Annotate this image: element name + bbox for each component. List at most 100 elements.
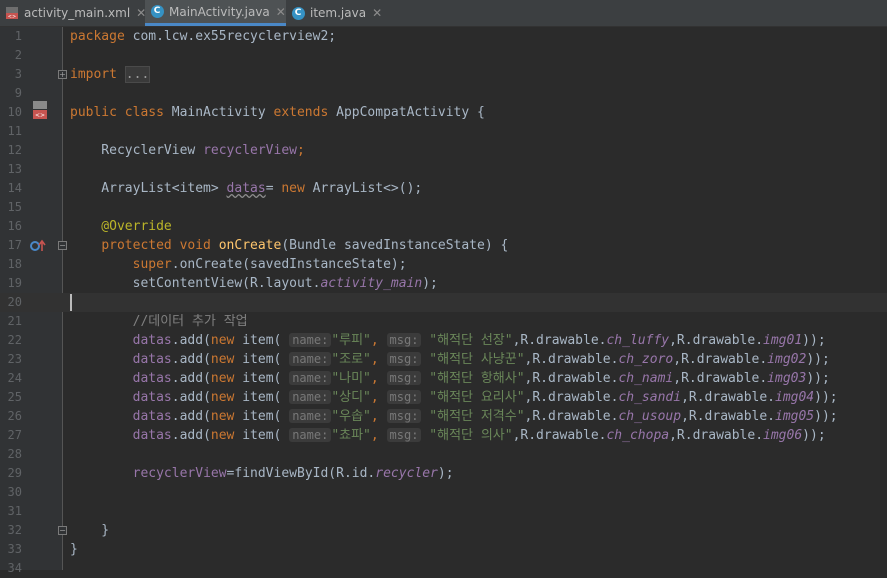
line-number: 16 xyxy=(7,219,22,233)
line-number: 27 xyxy=(7,428,22,442)
code-text: datas.add(new item( name: "상디", msg: "해적단… xyxy=(132,390,838,405)
parameter-hint: msg: xyxy=(386,333,422,347)
activity-layout-icon[interactable]: <> xyxy=(32,100,48,124)
code-text: datas.add(new item( name: "조로", msg: "해적단… xyxy=(132,352,830,367)
code-line: 11 xyxy=(0,122,887,141)
code-line: 27 datas.add(new item( name: "쵸파", msg: "… xyxy=(0,426,887,445)
code-line: 21 //데이터 추가 작업 xyxy=(0,312,887,331)
fold-end-icon[interactable]: − xyxy=(58,526,67,535)
code-line: 23 datas.add(new item( name: "조로", msg: "… xyxy=(0,350,887,369)
line-number: 2 xyxy=(14,48,22,62)
line-number: 24 xyxy=(7,371,22,385)
fold-collapse-icon[interactable]: − xyxy=(58,241,67,250)
code-text: import ... xyxy=(70,66,151,83)
xml-file-icon: <> xyxy=(5,6,19,20)
fold-expand-icon[interactable]: + xyxy=(58,70,67,79)
line-number: 30 xyxy=(7,485,22,499)
code-text: } xyxy=(70,542,78,557)
line-number: 13 xyxy=(7,162,22,176)
code-line: 28 xyxy=(0,445,887,464)
line-number: 26 xyxy=(7,409,22,423)
code-text: public class MainActivity extends AppCom… xyxy=(70,105,485,120)
code-line: 33 } xyxy=(0,540,887,559)
line-number: 12 xyxy=(7,143,22,157)
line-number: 9 xyxy=(14,86,22,100)
code-line: 34 xyxy=(0,559,887,578)
parameter-hint: msg: xyxy=(386,390,422,404)
close-icon[interactable]: ✕ xyxy=(372,6,382,20)
parameter-hint: msg: xyxy=(386,352,422,366)
svg-text:<>: <> xyxy=(35,112,45,119)
code-text: } xyxy=(70,523,110,538)
line-number: 23 xyxy=(7,352,22,366)
tab-main-activity-java[interactable]: C MainActivity.java ✕ xyxy=(145,0,286,26)
code-text: //데이터 추가 작업 xyxy=(70,314,248,329)
line-number: 21 xyxy=(7,314,22,328)
java-class-icon: C xyxy=(150,5,164,19)
line-number: 34 xyxy=(7,561,22,575)
line-number: 17 xyxy=(7,238,22,252)
tab-item-java[interactable]: C item.java ✕ xyxy=(286,0,386,26)
code-line: 17 − protected void onCreate(Bundle save… xyxy=(0,236,887,255)
line-number: 11 xyxy=(7,124,22,138)
code-text: RecyclerView recyclerView; xyxy=(70,143,305,158)
code-line: 12 RecyclerView recyclerView; xyxy=(0,141,887,160)
code-line: 15 xyxy=(0,198,887,217)
code-text: package com.lcw.ex55recyclerview2; xyxy=(70,29,337,44)
code-line: 3 + import ... xyxy=(0,65,887,84)
code-text: super.onCreate(savedInstanceState); xyxy=(132,257,407,272)
java-class-icon: C xyxy=(291,6,305,20)
line-number: 31 xyxy=(7,504,22,518)
code-line: 24 datas.add(new item( name: "나미", msg: "… xyxy=(0,369,887,388)
tab-label: item.java xyxy=(310,6,367,20)
code-line: 30 xyxy=(0,483,887,502)
line-number: 18 xyxy=(7,257,22,271)
code-line: 26 datas.add(new item( name: "우솝", msg: "… xyxy=(0,407,887,426)
parameter-hint: msg: xyxy=(386,409,422,423)
code-text: recyclerView=findViewById(R.id.recycler)… xyxy=(132,466,454,481)
code-line: 10 <> public class MainActivity extends … xyxy=(0,100,887,124)
code-line: 16 @Override xyxy=(0,217,887,236)
code-line-current: 20 xyxy=(0,293,887,312)
code-line: 19 setContentView(R.layout.activity_main… xyxy=(0,274,887,293)
line-number: 14 xyxy=(7,181,22,195)
code-line: 18 super.onCreate(savedInstanceState); xyxy=(0,255,887,274)
code-text: datas.add(new item( name: "루피", msg: "해적단… xyxy=(132,333,826,348)
code-line: 32 − } xyxy=(0,521,887,540)
line-number: 22 xyxy=(7,333,22,347)
code-line: 9 xyxy=(0,84,887,103)
parameter-hint: name: xyxy=(289,390,332,404)
parameter-hint: name: xyxy=(289,333,332,347)
code-line: 2 xyxy=(0,46,887,65)
parameter-hint: name: xyxy=(289,371,332,385)
code-text: @Override xyxy=(70,219,172,234)
line-number: 10 xyxy=(7,105,22,119)
code-text: setContentView(R.layout.activity_main); xyxy=(70,276,438,291)
parameter-hint: msg: xyxy=(386,428,422,442)
line-number: 33 xyxy=(7,542,22,556)
folded-imports[interactable]: ... xyxy=(124,66,151,83)
tab-label: MainActivity.java xyxy=(169,4,270,19)
line-number: 1 xyxy=(14,29,22,43)
line-number: 28 xyxy=(7,447,22,461)
code-line: 31 xyxy=(0,502,887,521)
code-editor[interactable]: 1 package com.lcw.ex55recyclerview2; 2 3… xyxy=(0,27,887,575)
tab-activity-main-xml[interactable]: <> activity_main.xml ✕ xyxy=(0,0,146,26)
parameter-hint: msg: xyxy=(386,371,422,385)
tab-label: activity_main.xml xyxy=(24,6,131,20)
editor-tab-bar: <> activity_main.xml ✕ C MainActivity.ja… xyxy=(0,0,887,27)
code-line: 25 datas.add(new item( name: "상디", msg: "… xyxy=(0,388,887,407)
line-number: 29 xyxy=(7,466,22,480)
code-text: datas.add(new item( name: "쵸파", msg: "해적단… xyxy=(132,428,826,443)
line-number: 32 xyxy=(7,523,22,537)
line-number: 15 xyxy=(7,200,22,214)
code-text: datas.add(new item( name: "나미", msg: "해적단… xyxy=(132,371,830,386)
line-number: 20 xyxy=(7,295,22,309)
parameter-hint: name: xyxy=(289,352,332,366)
code-text: ArrayList<item> datas= new ArrayList<>()… xyxy=(70,181,423,196)
line-number: 3 xyxy=(14,67,22,81)
parameter-hint: name: xyxy=(289,409,332,423)
code-line: 14 ArrayList<item> datas= new ArrayList<… xyxy=(0,179,887,198)
close-icon[interactable]: ✕ xyxy=(276,5,286,19)
code-text: datas.add(new item( name: "우솝", msg: "해적단… xyxy=(132,409,838,424)
